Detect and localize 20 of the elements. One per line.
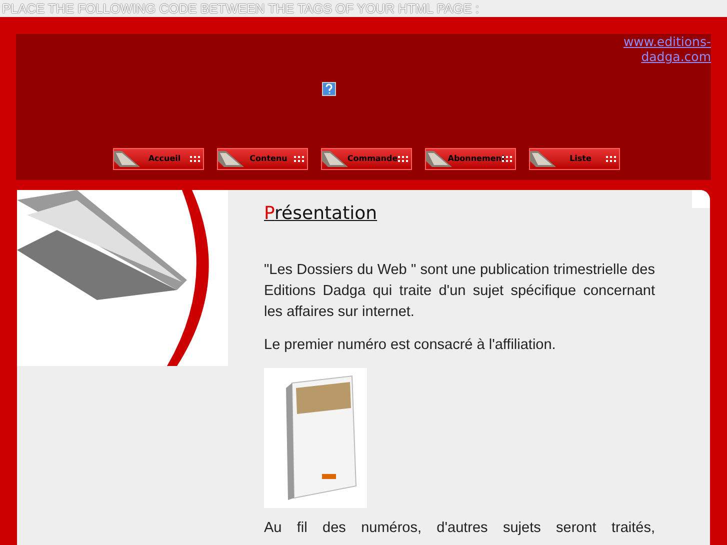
- body-paragraph: "Les Dossiers du Web " sont une publication trimestrielle des Editions Dadga qui traite d'un sujet spécifique concernant les affaires sur internet.: [264, 261, 655, 322]
- nav-button[interactable]: Accueil: [113, 148, 204, 170]
- nav-button[interactable]: Commande: [321, 148, 412, 170]
- broken-image-icon: [322, 82, 336, 96]
- dots-icon: [294, 156, 304, 162]
- dots-icon: [190, 156, 200, 162]
- nav-button[interactable]: Liste: [529, 148, 620, 170]
- notice-text: PLACE THE FOLLOWING CODE BETWEEN THE TAGS OF YOUR HTML PAGE :: [2, 2, 479, 15]
- nav-button[interactable]: Contenu: [217, 148, 308, 170]
- pen-icon: [530, 149, 556, 169]
- dots-icon: [606, 156, 616, 162]
- site-link[interactable]: www.editions-dadga.com: [621, 34, 711, 64]
- pen-icon: [114, 149, 140, 169]
- dots-icon: [398, 156, 408, 162]
- nav-button[interactable]: Abonnement: [425, 148, 516, 170]
- pen-icon: [322, 149, 348, 169]
- body-paragraph: Au fil des numéros, d'autres sujets seront traités,: [264, 519, 655, 538]
- body-paragraph: Le premier numéro est consacré à l'affiliation.: [264, 336, 557, 355]
- pen-icon: [218, 149, 244, 169]
- page-title: Présentation: [264, 202, 378, 226]
